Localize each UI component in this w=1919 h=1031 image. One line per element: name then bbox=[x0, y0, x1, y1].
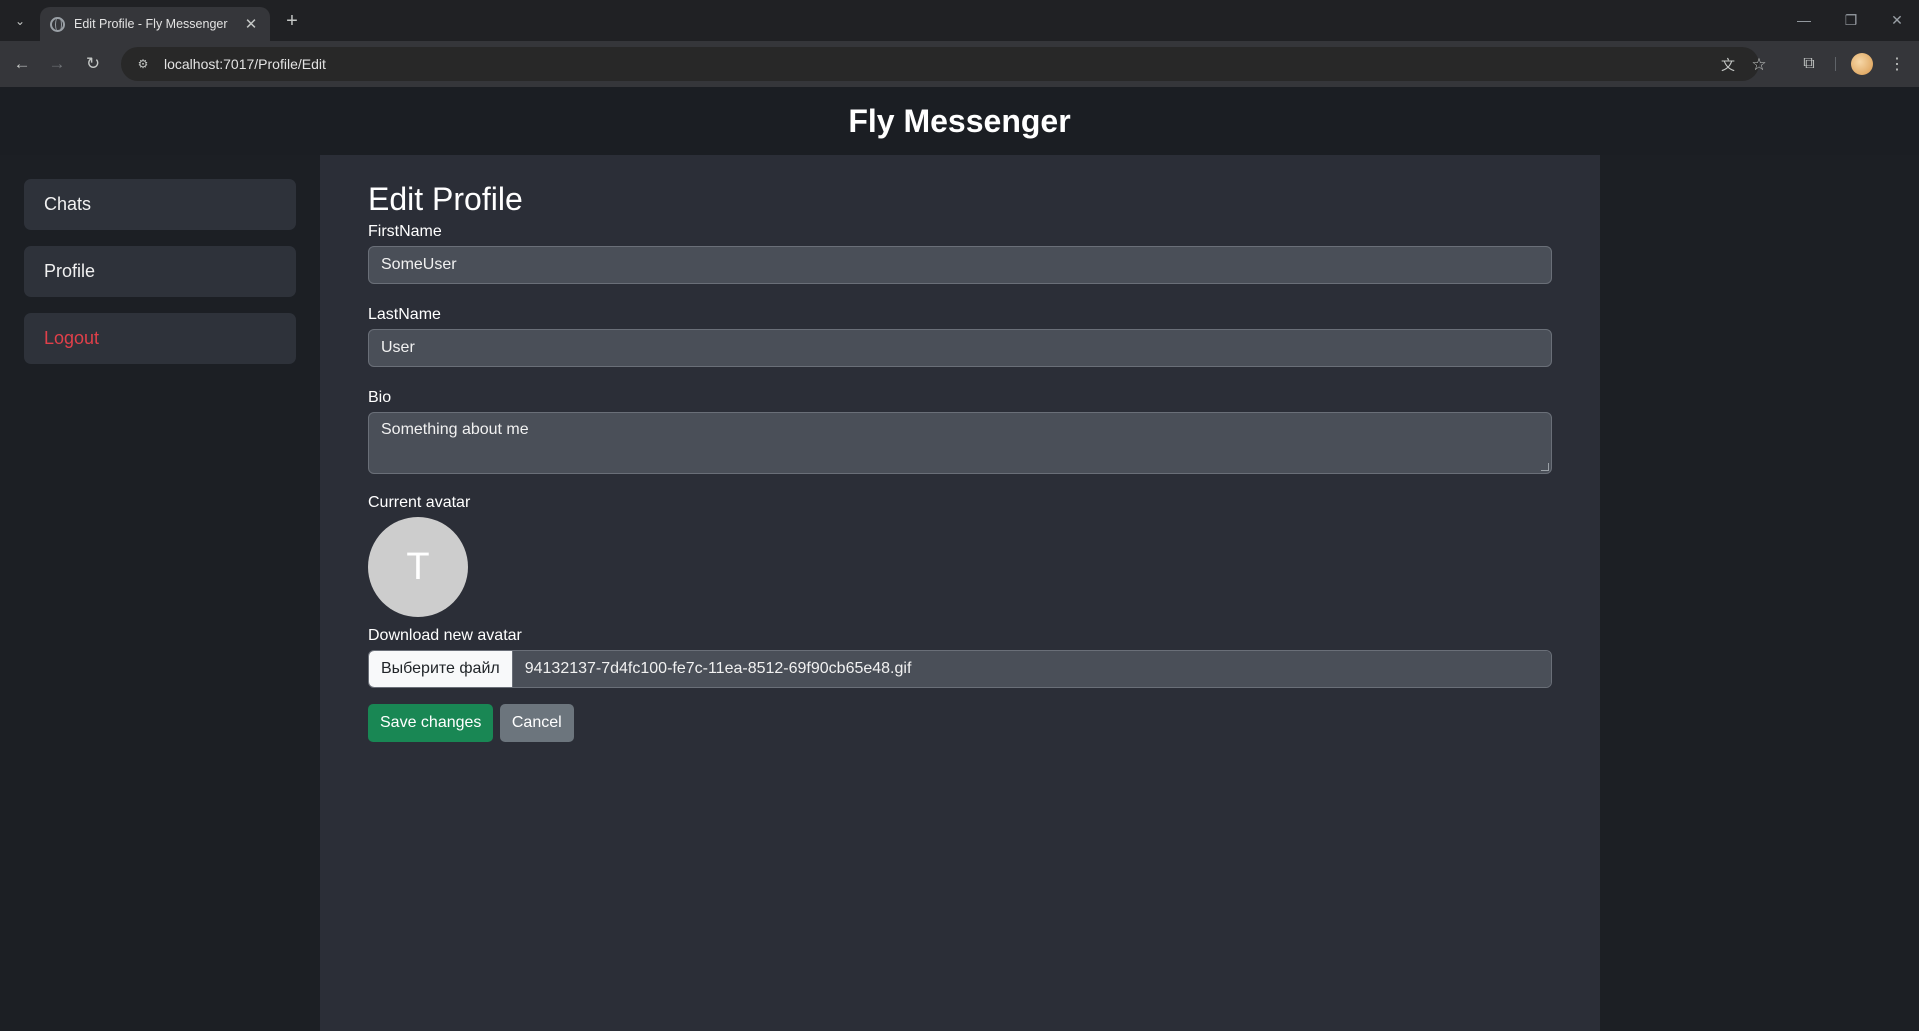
save-changes-button[interactable]: Save changes bbox=[368, 704, 494, 742]
selected-file-name: 94132137-7d4fc100-fe7c-11ea-8512-69f90cb… bbox=[512, 651, 1551, 687]
forward-arrow-icon[interactable]: → bbox=[45, 52, 69, 76]
page-title: Edit Profile bbox=[368, 181, 523, 217]
avatar: T bbox=[368, 517, 468, 617]
last-name-field[interactable]: User bbox=[368, 329, 1552, 367]
browser-profile-avatar[interactable] bbox=[1851, 53, 1873, 75]
site-header: Fly Messenger bbox=[0, 87, 1919, 155]
tab-search-chevron-icon[interactable]: ⌄ bbox=[8, 9, 32, 33]
restore-icon[interactable]: ❐ bbox=[1837, 8, 1865, 32]
sidebar-item-profile[interactable]: Profile bbox=[24, 246, 296, 297]
avatar-initial: T bbox=[406, 545, 430, 588]
first-name-field[interactable]: SomeUser bbox=[368, 246, 1552, 284]
new-avatar-label: Download new avatar bbox=[368, 627, 522, 644]
more-menu-icon[interactable]: ⋮ bbox=[1885, 52, 1909, 76]
bio-label: Bio bbox=[368, 389, 392, 406]
minimize-icon[interactable]: — bbox=[1790, 8, 1818, 32]
avatar-file-input[interactable]: Выберите файл 94132137-7d4fc100-fe7c-11e… bbox=[368, 650, 1552, 688]
form-actions: Save changes Cancel bbox=[368, 704, 1552, 742]
tab-title: Edit Profile - Fly Messenger bbox=[74, 17, 228, 31]
reload-icon[interactable]: ↻ bbox=[81, 52, 105, 76]
back-arrow-icon[interactable]: ← bbox=[10, 52, 34, 76]
new-tab-plus-icon[interactable]: + bbox=[280, 9, 304, 33]
cancel-button[interactable]: Cancel bbox=[499, 704, 574, 742]
page: Fly Messenger Chats Profile Logout Edit … bbox=[0, 87, 1919, 1031]
last-name-label: LastName bbox=[368, 306, 441, 323]
sidebar-item-chats[interactable]: Chats bbox=[24, 179, 296, 230]
translate-icon[interactable]: 文 bbox=[1718, 55, 1738, 75]
url-text[interactable]: localhost:7017/Profile/Edit bbox=[164, 56, 326, 72]
site-info-icon[interactable]: ⚙ bbox=[133, 54, 153, 74]
main-panel: Edit Profile FirstName SomeUser LastName… bbox=[320, 155, 1600, 1031]
globe-icon bbox=[50, 16, 65, 32]
browser-tab-bar: ⌄ Edit Profile - Fly Messenger ✕ + — ❐ ✕ bbox=[0, 0, 1919, 41]
bio-textarea[interactable]: Something about me bbox=[368, 412, 1552, 474]
extensions-puzzle-icon[interactable]: ⧉ bbox=[1797, 52, 1821, 76]
toolbar-divider bbox=[1835, 57, 1836, 71]
edit-profile-form: Edit Profile FirstName SomeUser LastName… bbox=[368, 179, 1552, 742]
site-title: Fly Messenger bbox=[848, 102, 1071, 139]
choose-file-button[interactable]: Выберите файл bbox=[369, 651, 513, 687]
tab-close-icon[interactable]: ✕ bbox=[242, 15, 260, 33]
sidebar-item-logout[interactable]: Logout bbox=[24, 313, 296, 364]
address-bar[interactable]: ⚙ localhost:7017/Profile/Edit 文 ☆ bbox=[121, 47, 1767, 81]
close-window-icon[interactable]: ✕ bbox=[1883, 8, 1911, 32]
current-avatar-label: Current avatar bbox=[368, 494, 471, 511]
browser-tab[interactable]: Edit Profile - Fly Messenger ✕ bbox=[40, 7, 270, 41]
resize-handle-icon[interactable] bbox=[1541, 463, 1549, 471]
bio-text: Something about me bbox=[381, 421, 529, 438]
browser-toolbar: ← → ↻ ⚙ localhost:7017/Profile/Edit 文 ☆ … bbox=[0, 41, 1919, 87]
sidebar: Chats Profile Logout bbox=[24, 179, 296, 380]
bookmark-star-icon[interactable]: ☆ bbox=[1749, 55, 1769, 75]
first-name-label: FirstName bbox=[368, 223, 442, 240]
